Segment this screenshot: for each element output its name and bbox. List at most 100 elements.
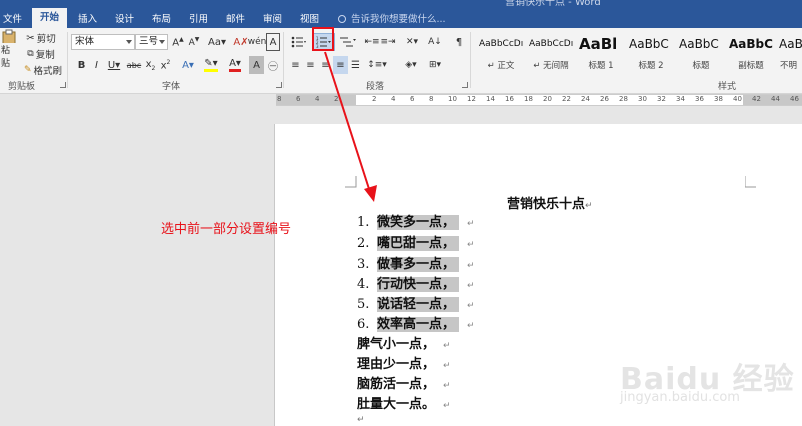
decrease-indent-icon: ⇤≡ <box>364 37 380 47</box>
horizontal-ruler[interactable]: 8 6 4 2 2 4 6 8 10 12 14 16 18 20 22 24 26 28 30 32 34 36 38 40… <box>276 94 802 106</box>
borders-button[interactable]: ⊞▾ <box>424 56 446 74</box>
tab-layout[interactable]: 布局 <box>152 11 171 25</box>
justify-button[interactable]: ≡ <box>333 56 348 74</box>
paste-button[interactable]: 粘贴 <box>0 28 18 70</box>
text-line[interactable]: 肚量大一点。 ↵ <box>357 393 451 412</box>
text-line[interactable]: 理由少一点， ↵ <box>357 353 451 372</box>
align-center-button[interactable]: ≡ <box>303 56 318 74</box>
chinese-layout-button[interactable]: ✕▾ <box>402 33 422 51</box>
format-painter-button[interactable]: ✎ 格式刷 <box>20 61 66 79</box>
tab-insert[interactable]: 插入 <box>78 11 97 25</box>
text-line[interactable]: 脾气小一点， ↵ <box>357 333 451 352</box>
grow-font-icon: A▲ <box>172 35 184 49</box>
paragraph-mark: ↵ <box>443 401 451 411</box>
ruler-number: 34 <box>676 95 685 103</box>
distributed-button[interactable]: ☰ <box>348 56 363 74</box>
superscript-icon: x2 <box>160 58 171 72</box>
style-normal[interactable]: AaBbCcDı ↵ 正文 <box>476 32 526 74</box>
list-item[interactable]: 6. 效率高一点， ↵ <box>357 313 475 332</box>
char-shading-button[interactable]: A <box>249 56 264 74</box>
window-title: 营销快乐十点 - Word <box>505 0 601 8</box>
enclose-char-button[interactable]: ㊀ <box>265 56 281 74</box>
tab-home[interactable]: 开始 <box>32 8 68 28</box>
lightbulb-icon <box>338 15 346 23</box>
line-spacing-button[interactable]: ↕≡▾ <box>366 56 388 74</box>
show-marks-button[interactable]: ¶ <box>452 33 466 51</box>
text-line[interactable]: 脑筋活一点， ↵ <box>357 373 451 392</box>
left-gutter <box>0 106 12 426</box>
style-name: ↵ 无间隔 <box>533 61 569 71</box>
tell-me-placeholder: 告诉我你想要做什么... <box>351 14 446 25</box>
list-item[interactable]: 2. 嘴巴甜一点， ↵ <box>357 232 475 251</box>
sort-button[interactable]: A↓ <box>425 33 445 51</box>
text-effects-button[interactable]: A▾ <box>178 56 198 74</box>
multilevel-list-button[interactable] <box>338 33 358 51</box>
tab-review[interactable]: 审阅 <box>263 11 282 25</box>
chinese-layout-icon: ✕▾ <box>405 37 419 47</box>
list-item[interactable]: 1. 微笑多一点， ↵ <box>357 211 475 230</box>
align-right-icon: ≡ <box>321 59 330 71</box>
paragraph-mark: ↵ <box>585 201 593 211</box>
empty-line[interactable]: ↵ <box>357 411 365 426</box>
list-item[interactable]: 4. 行动快一点， ↵ <box>357 273 475 292</box>
paragraph-launcher-icon[interactable] <box>462 82 468 88</box>
tab-references[interactable]: 引用 <box>189 11 208 25</box>
subscript-button[interactable]: x2 <box>143 56 158 74</box>
shrink-font-button[interactable]: A▼ <box>186 33 202 51</box>
ruler-number: 22 <box>562 95 571 103</box>
style-heading-1[interactable]: AaBl 标题 1 <box>576 32 626 74</box>
list-item[interactable]: 3. 做事多一点， ↵ <box>357 253 475 272</box>
italic-button[interactable]: I <box>89 56 104 74</box>
ruler-number: 28 <box>619 95 628 103</box>
group-divider <box>470 32 471 88</box>
ruler-number: 14 <box>486 95 495 103</box>
bold-icon: B <box>77 59 86 71</box>
style-no-spacing[interactable]: AaBbCcDı ↵ 无间隔 <box>526 32 576 74</box>
bullets-button[interactable] <box>288 33 310 51</box>
tell-me-box[interactable]: 告诉我你想要做什么... <box>338 11 446 25</box>
ruler-number: 16 <box>505 95 514 103</box>
style-subtle[interactable]: AaBbC 不明 <box>776 32 802 74</box>
strikethrough-button[interactable]: abc <box>125 56 143 74</box>
align-left-button[interactable]: ≡ <box>288 56 303 74</box>
superscript-button[interactable]: x2 <box>158 56 173 74</box>
align-right-button[interactable]: ≡ <box>318 56 333 74</box>
tab-view[interactable]: 视图 <box>300 11 319 25</box>
decrease-indent-button[interactable]: ⇤≡ <box>364 33 380 51</box>
paragraph-mark: ↵ <box>357 415 365 425</box>
phonetic-guide-button[interactable]: wén <box>247 33 267 51</box>
chevron-down-icon <box>126 40 132 44</box>
list-item[interactable]: 5. 说话轻一点， ↵ <box>357 293 475 312</box>
style-subtitle[interactable]: AaBbC 副标题 <box>726 32 776 74</box>
char-border-button[interactable]: A <box>266 33 280 51</box>
tab-file[interactable]: 文件 <box>3 11 22 25</box>
shading-button[interactable]: ◈▾ <box>400 56 422 74</box>
bold-button[interactable]: B <box>74 56 89 74</box>
style-title[interactable]: AaBbC 标题 <box>676 32 726 74</box>
underline-button[interactable]: U▾ <box>104 56 124 74</box>
paragraph-mark: ↵ <box>443 341 451 351</box>
justify-icon: ≡ <box>336 59 345 71</box>
tab-mailings[interactable]: 邮件 <box>226 11 245 25</box>
clipboard-group-label: 剪贴板 <box>8 82 36 92</box>
font-family-select[interactable]: 宋体 <box>71 34 135 50</box>
font-size-select[interactable]: 三号 <box>135 34 168 50</box>
style-sample: AaBbC <box>629 37 669 51</box>
clear-format-button[interactable]: A✗ <box>233 33 249 51</box>
styles-group-label: 样式 <box>718 82 737 92</box>
style-heading-2[interactable]: AaBbC 标题 2 <box>626 32 676 74</box>
increase-indent-button[interactable]: ≡⇥ <box>380 33 396 51</box>
clipboard-launcher-icon[interactable] <box>60 82 66 88</box>
phonetic-icon: wén <box>247 37 267 47</box>
document-title[interactable]: 营销快乐十点↵ <box>507 193 593 212</box>
change-case-button[interactable]: Aa▾ <box>205 33 229 51</box>
font-launcher-icon[interactable] <box>276 82 282 88</box>
ruler-number: 24 <box>581 95 590 103</box>
group-divider <box>67 32 68 88</box>
grow-font-button[interactable]: A▲ <box>170 33 186 51</box>
tab-design[interactable]: 设计 <box>115 11 134 25</box>
ruler-number: 38 <box>714 95 723 103</box>
font-color-button[interactable]: A▾ <box>224 56 246 74</box>
copy-icon: ⧉ <box>27 49 34 59</box>
highlight-button[interactable]: ✎▾ <box>200 56 222 74</box>
